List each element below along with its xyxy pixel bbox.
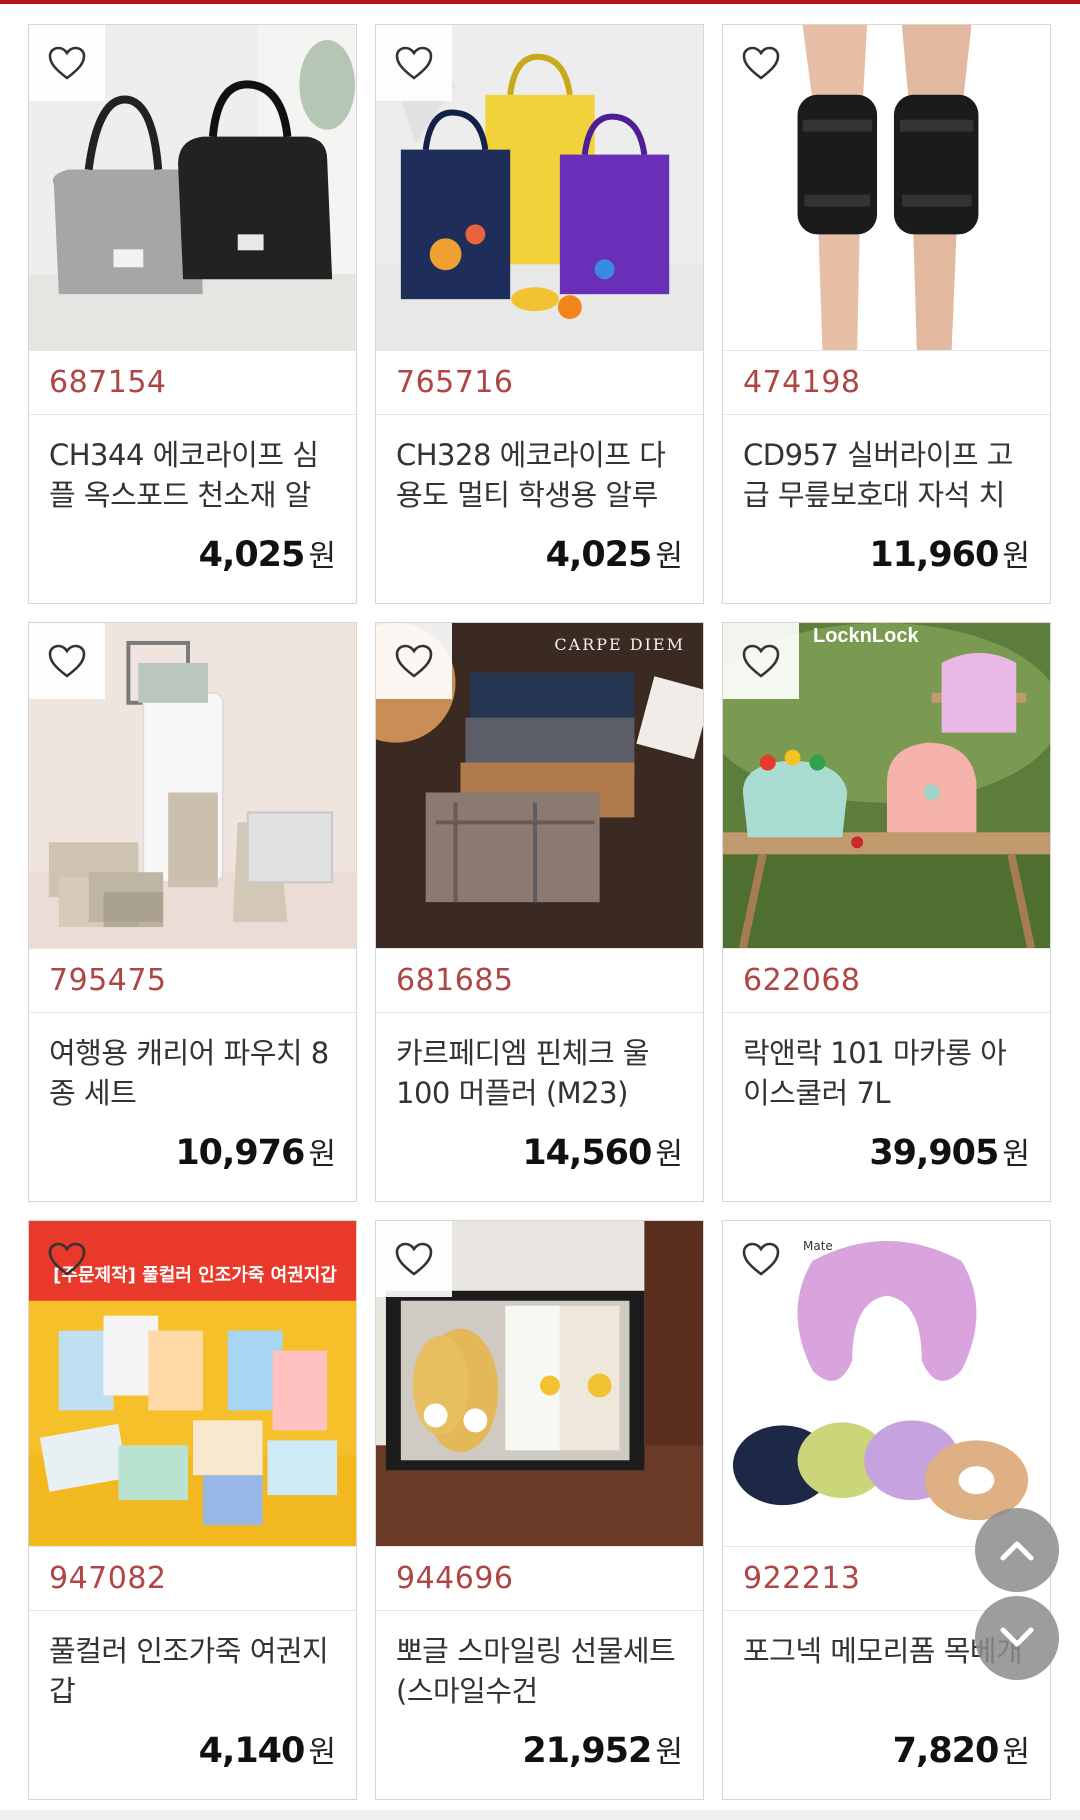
price-amount: 4,140 [198,1731,306,1771]
price-unit: 원 [655,1735,683,1770]
bottom-divider [0,1810,1080,1820]
lunch-bag-image[interactable] [29,25,356,351]
price-amount: 7,820 [892,1731,1000,1771]
product-code: 765716 [376,351,703,415]
product-price: 4,140 원 [199,1727,336,1771]
scroll-to-top-button[interactable] [975,1508,1059,1592]
wishlist-heart-icon[interactable] [29,623,105,699]
muffler-brand-text: CARPE DIEM [554,635,685,654]
price-unit: 원 [308,539,336,574]
chevron-down-icon [1000,1627,1034,1647]
product-card[interactable]: 944696 뽀글 스마일링 선물세트(스마일수건 21,952 원 [375,1220,704,1800]
product-card[interactable]: 765716 CH328 에코라이프 다용도 멀티 학생용 알루 4,025 원 [375,24,704,604]
price-unit: 원 [1002,1735,1030,1770]
price-amount: 4,025 [545,535,653,575]
product-grid: 687154 CH344 에코라이프 심플 옥스포드 천소재 알 4,025 원 [28,24,1052,1800]
wishlist-heart-icon[interactable] [723,1221,799,1297]
price-unit: 원 [655,1137,683,1172]
product-title[interactable]: CD957 실버라이프 고급 무릎보호대 자석 치 [723,415,1050,515]
product-code: 474198 [723,351,1050,415]
product-card[interactable]: [주문제작] 풀컬러 인조가죽 여권지갑 947082 풀컬러 인조가죽 여권지… [28,1220,357,1800]
product-title[interactable]: 여행용 캐리어 파우치 8종 세트 [29,1013,356,1113]
smile-gift-set-image[interactable] [376,1221,703,1547]
kids-tote-bag-image[interactable] [376,25,703,351]
product-card[interactable]: 795475 여행용 캐리어 파우치 8종 세트 10,976 원 [28,622,357,1202]
price-amount: 39,905 [869,1133,999,1173]
product-price: 21,952 원 [522,1727,683,1771]
pillow-brand-text: Mate [803,1239,833,1253]
scroll-to-bottom-button[interactable] [975,1596,1059,1680]
product-price: 11,960 원 [869,531,1030,575]
product-title[interactable]: CH344 에코라이프 심플 옥스포드 천소재 알 [29,415,356,515]
product-card[interactable]: CARPE DIEM 681685 카르페디엠 핀체크 울100 머플러 (M2… [375,622,704,1202]
product-price: 14,560 원 [522,1129,683,1173]
price-unit: 원 [308,1735,336,1770]
product-code: 947082 [29,1547,356,1611]
price-unit: 원 [308,1137,336,1172]
price-amount: 21,952 [522,1731,652,1771]
product-price: 39,905 원 [869,1129,1030,1173]
product-code: 681685 [376,949,703,1013]
neck-pillow-image[interactable]: Mate [723,1221,1050,1547]
knee-brace-image[interactable] [723,25,1050,351]
product-price: 4,025 원 [546,531,683,575]
muffler-image[interactable]: CARPE DIEM [376,623,703,949]
product-title[interactable]: 락앤락 101 마카롱 아이스쿨러 7L [723,1013,1050,1113]
product-title[interactable]: 뽀글 스마일링 선물세트(스마일수건 [376,1611,703,1711]
product-price: 10,976 원 [175,1129,336,1173]
passport-wallet-image[interactable]: [주문제작] 풀컬러 인조가죽 여권지갑 [29,1221,356,1547]
price-amount: 10,976 [175,1133,305,1173]
product-card[interactable]: 474198 CD957 실버라이프 고급 무릎보호대 자석 치 11,960 … [722,24,1051,604]
wishlist-heart-icon[interactable] [376,623,452,699]
product-price: 7,820 원 [893,1727,1030,1771]
wishlist-heart-icon[interactable] [376,25,452,101]
cooler-brand-text: LocknLock [813,625,919,647]
wishlist-heart-icon[interactable] [29,1221,105,1297]
ice-cooler-image[interactable]: LocknLock [723,623,1050,949]
price-unit: 원 [655,539,683,574]
product-code: 687154 [29,351,356,415]
wishlist-heart-icon[interactable] [723,623,799,699]
product-card[interactable]: 687154 CH344 에코라이프 심플 옥스포드 천소재 알 4,025 원 [28,24,357,604]
price-amount: 14,560 [522,1133,652,1173]
product-title[interactable]: 카르페디엠 핀체크 울100 머플러 (M23) [376,1013,703,1113]
product-title[interactable]: CH328 에코라이프 다용도 멀티 학생용 알루 [376,415,703,515]
product-code: 622068 [723,949,1050,1013]
price-amount: 4,025 [198,535,306,575]
product-card[interactable]: LocknLock 622068 락앤락 101 마카롱 아이스쿨러 7L 39… [722,622,1051,1202]
price-unit: 원 [1002,539,1030,574]
product-price: 4,025 원 [199,531,336,575]
product-code: 795475 [29,949,356,1013]
product-title[interactable]: 풀컬러 인조가죽 여권지갑 [29,1611,356,1711]
price-unit: 원 [1002,1137,1030,1172]
top-accent-rule [0,0,1080,4]
chevron-up-icon [1000,1541,1034,1561]
travel-pouch-image[interactable] [29,623,356,949]
price-amount: 11,960 [869,535,999,575]
product-code: 944696 [376,1547,703,1611]
wishlist-heart-icon[interactable] [29,25,105,101]
wishlist-heart-icon[interactable] [376,1221,452,1297]
wishlist-heart-icon[interactable] [723,25,799,101]
